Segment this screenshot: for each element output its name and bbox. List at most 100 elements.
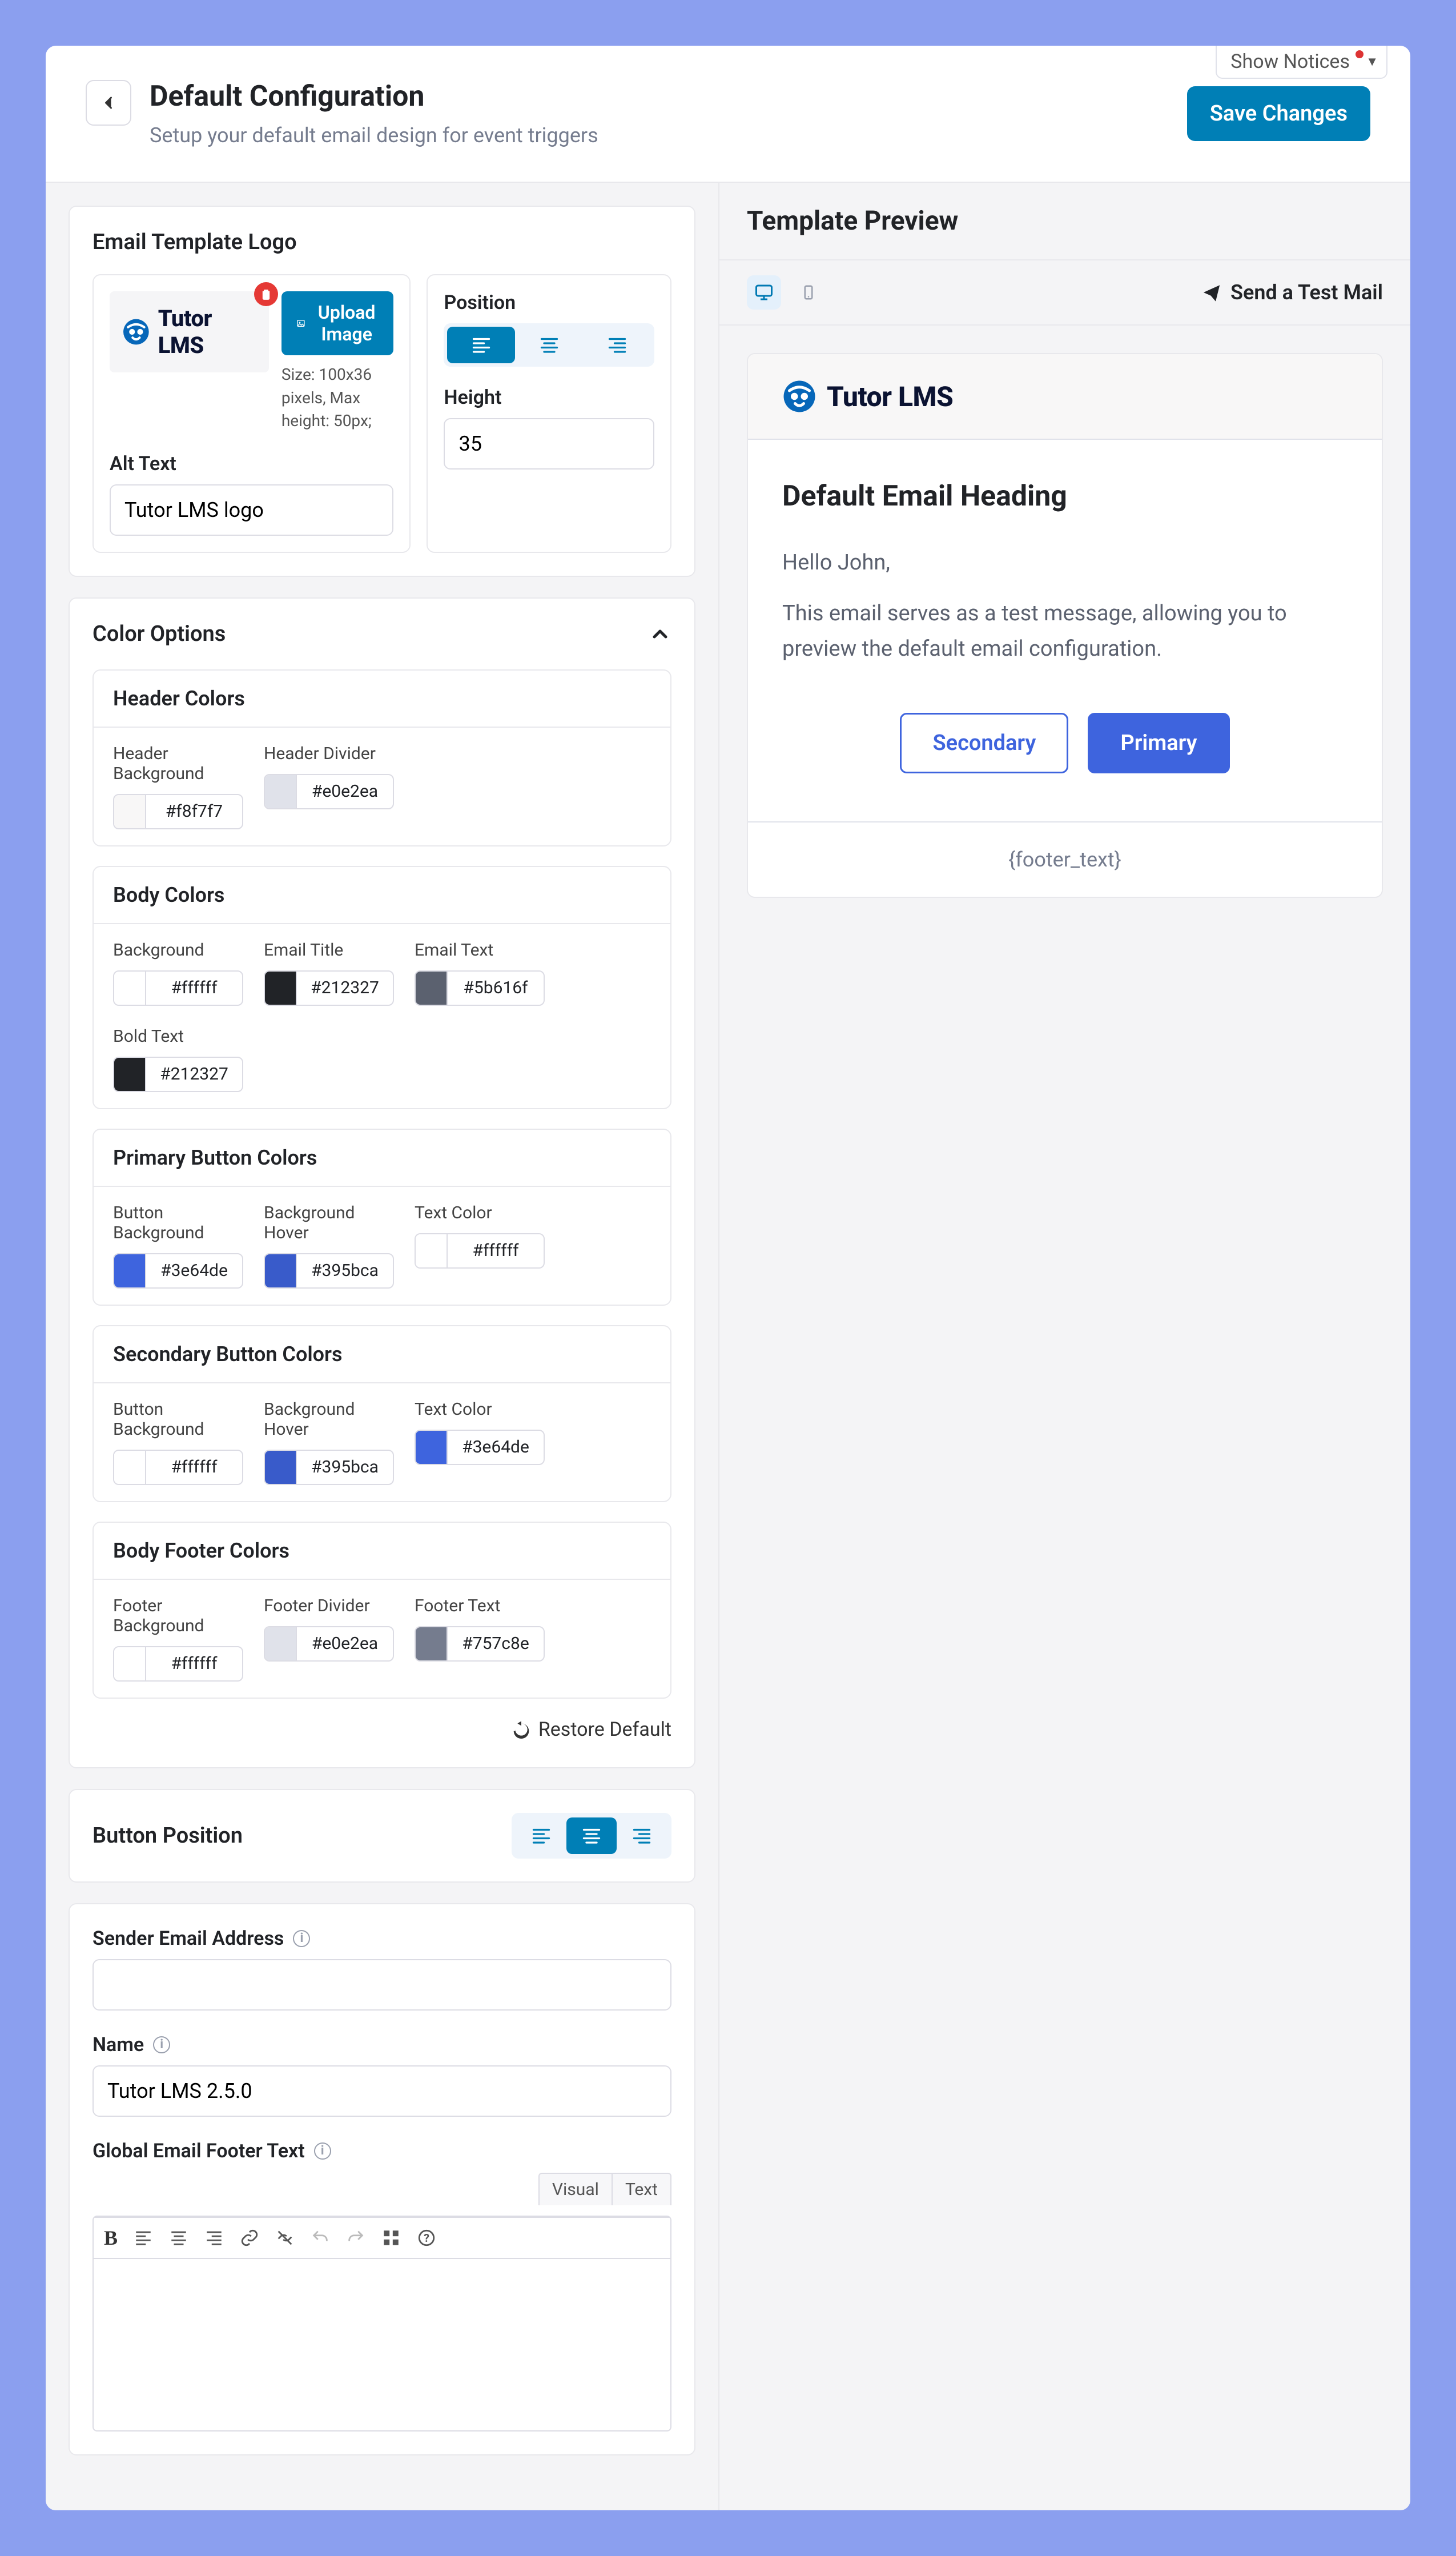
sender-panel: Sender Email Address i Name i Global Ema… [69, 1903, 695, 2455]
btn-align-center[interactable] [566, 1817, 617, 1854]
sender-name-label: Name [92, 2033, 144, 2056]
sender-name-input[interactable] [92, 2065, 671, 2117]
color-swatch[interactable]: #395bca [264, 1450, 394, 1485]
color-swatch[interactable]: #5b616f [415, 970, 545, 1006]
preview-secondary-button[interactable]: Secondary [900, 713, 1068, 773]
color-hex-value: #3e64de [448, 1431, 544, 1464]
color-options-header[interactable]: Color Options [70, 599, 694, 669]
color-hex-value: #212327 [146, 1058, 242, 1091]
color-label: Header Divider [264, 744, 394, 764]
upload-image-button[interactable]: Upload Image [281, 291, 394, 355]
color-label: Text Color [415, 1203, 545, 1223]
delete-logo-button[interactable] [254, 282, 278, 306]
color-label: Bold Text [113, 1026, 243, 1046]
color-swatch[interactable]: #f8f7f7 [113, 794, 243, 829]
color-options-title: Color Options [92, 621, 226, 647]
color-group: Body Footer ColorsFooter Background#ffff… [92, 1522, 671, 1699]
alt-text-input[interactable] [110, 484, 393, 536]
image-icon [296, 315, 305, 331]
info-icon[interactable]: i [293, 1930, 310, 1947]
editor-tab-text[interactable]: Text [612, 2173, 671, 2205]
color-label: Footer Background [113, 1596, 243, 1636]
color-label: Background Hover [264, 1399, 394, 1439]
rich-text-editor: B ? [92, 2216, 671, 2431]
color-swatch-group: Text Color #ffffff [415, 1203, 545, 1289]
color-swatch[interactable]: #757c8e [415, 1626, 545, 1662]
align-left-icon[interactable] [134, 2228, 153, 2248]
align-right-icon[interactable] [204, 2228, 224, 2248]
color-label: Button Background [113, 1399, 243, 1439]
logo-preview-chip: Tutor LMS [110, 291, 269, 372]
color-label: Email Text [415, 940, 545, 960]
align-center-icon [539, 335, 560, 355]
logo-panel-title: Email Template Logo [92, 230, 671, 255]
grid-icon[interactable] [381, 2228, 401, 2248]
color-group: Header ColorsHeader Background#f8f7f7Hea… [92, 669, 671, 846]
color-swatch[interactable]: #ffffff [113, 1646, 243, 1682]
color-label: Background [113, 940, 243, 960]
chevron-down-icon: ▼ [1366, 54, 1378, 69]
color-swatch[interactable]: #395bca [264, 1253, 394, 1289]
color-label: Text Color [415, 1399, 545, 1419]
send-test-mail-button[interactable]: Send a Test Mail [1202, 280, 1383, 304]
help-icon[interactable]: ? [417, 2228, 436, 2248]
color-swatch-group: Email Text #5b616f [415, 940, 545, 1006]
alt-text-label: Alt Text [110, 452, 393, 475]
save-button[interactable]: Save Changes [1187, 86, 1370, 141]
unlink-icon[interactable] [275, 2228, 295, 2248]
color-hex-value: #212327 [297, 972, 393, 1005]
desktop-preview-button[interactable] [747, 275, 781, 310]
restore-default-button[interactable]: Restore Default [512, 1718, 671, 1741]
color-swatch[interactable]: #212327 [264, 970, 394, 1006]
btn-align-left[interactable] [516, 1817, 566, 1854]
height-input[interactable] [444, 418, 654, 470]
color-hex-value: #ffffff [448, 1234, 544, 1267]
back-button[interactable] [86, 80, 131, 126]
color-hex-value: #757c8e [448, 1627, 544, 1660]
position-label: Position [444, 291, 654, 314]
undo-icon[interactable] [311, 2228, 330, 2248]
mobile-preview-button[interactable] [791, 275, 826, 310]
link-icon[interactable] [240, 2228, 259, 2248]
color-swatch[interactable]: #ffffff [415, 1233, 545, 1269]
color-swatch[interactable]: #ffffff [113, 970, 243, 1006]
sender-email-label: Sender Email Address [92, 1927, 284, 1950]
color-swatch-group: Footer Divider#e0e2ea [264, 1596, 394, 1682]
preview-primary-button[interactable]: Primary [1088, 713, 1229, 773]
logo-brand-text: Tutor LMS [158, 305, 256, 359]
height-label: Height [444, 386, 654, 409]
preview-brand-text: Tutor LMS [827, 380, 953, 413]
color-swatch[interactable]: #212327 [113, 1057, 243, 1092]
color-chip [265, 1254, 297, 1287]
editor-tab-visual[interactable]: Visual [538, 2173, 612, 2205]
color-group: Body ColorsBackground#ffffffEmail Title#… [92, 866, 671, 1109]
color-swatch[interactable]: #3e64de [113, 1253, 243, 1289]
bold-icon[interactable]: B [104, 2226, 118, 2250]
show-notices-toggle[interactable]: Show Notices ▼ [1216, 46, 1387, 79]
chevron-up-icon [649, 623, 671, 645]
page-subtitle: Setup your default email design for even… [150, 123, 598, 147]
color-swatch[interactable]: #3e64de [415, 1430, 545, 1465]
align-right-button[interactable] [583, 327, 651, 363]
editor-textarea[interactable] [94, 2259, 670, 2430]
sender-email-input[interactable] [92, 1959, 671, 2011]
align-left-button[interactable] [447, 327, 515, 363]
color-group-title: Header Colors [94, 671, 670, 728]
color-swatch[interactable]: #e0e2ea [264, 774, 394, 809]
color-swatch[interactable]: #e0e2ea [264, 1626, 394, 1662]
btn-align-right[interactable] [617, 1817, 667, 1854]
desktop-icon [754, 282, 774, 303]
info-icon[interactable]: i [314, 2142, 331, 2160]
color-chip [265, 972, 297, 1005]
template-preview-title: Template Preview [747, 206, 1383, 236]
info-icon[interactable]: i [153, 2036, 170, 2053]
color-swatch-group: Background Hover#395bca [264, 1203, 394, 1289]
align-center-button[interactable] [515, 327, 583, 363]
color-chip [416, 972, 448, 1005]
align-center-icon[interactable] [169, 2228, 188, 2248]
redo-icon[interactable] [346, 2228, 365, 2248]
color-chip [114, 1058, 146, 1091]
color-swatch[interactable]: #ffffff [113, 1450, 243, 1485]
color-swatch-group: Email Title#212327 [264, 940, 394, 1006]
notice-dot-icon [1356, 50, 1364, 58]
